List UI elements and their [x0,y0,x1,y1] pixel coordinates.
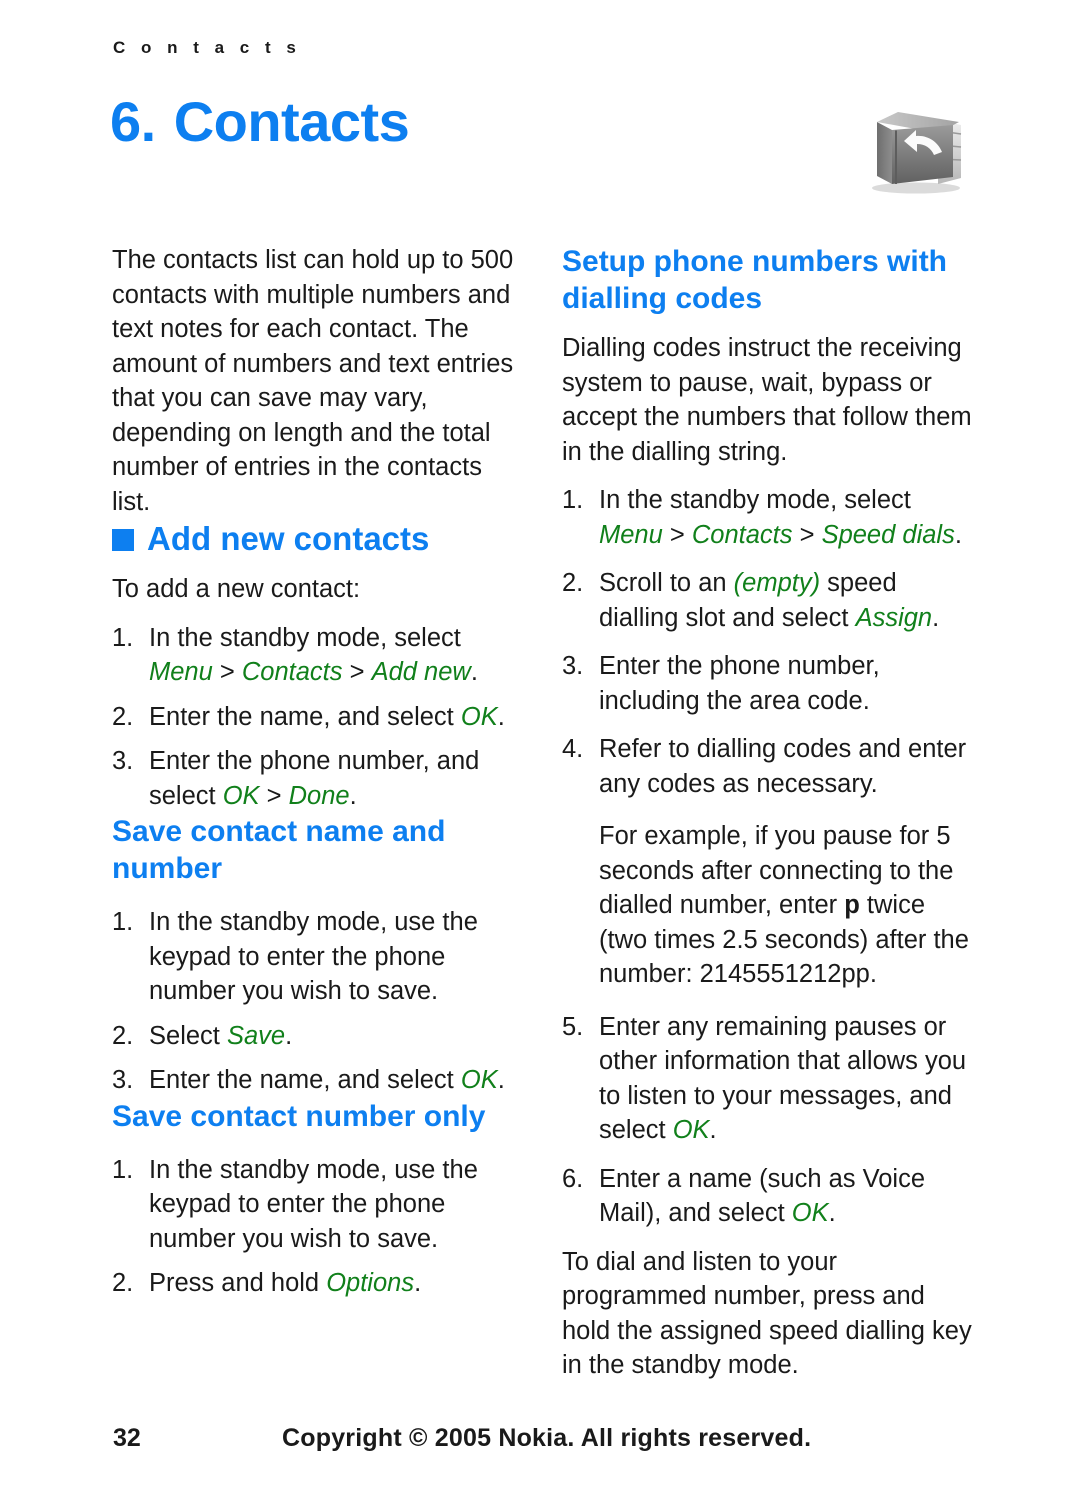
section-lead: To add a new contact: [112,575,361,603]
list-item: 2. Scroll to an (empty) speed dialling s… [562,566,974,635]
menu-term: (empty) [733,569,821,597]
step-marker: 6. [562,1164,584,1193]
step-text: In the standby mode, select Menu > Conta… [599,486,962,549]
list-item: 5. Enter any remaining pauses or other i… [562,1010,974,1148]
step-text: Enter the phone number, and select OK > … [149,747,480,810]
list-item: 1. In the standby mode, select Menu > Co… [562,483,974,552]
page-number: 32 [113,1424,141,1452]
list-item: 3. Enter the phone number, including the… [562,649,974,718]
step-text: In the standby mode, select Menu > Conta… [149,623,478,687]
example-paragraph: For example, if you pause for 5 seconds … [599,822,969,988]
menu-term: Save [226,1021,286,1050]
step-marker: 1. [112,623,134,652]
menu-term: Speed dials [821,520,955,549]
list-item: 2. Enter the name, and select OK. [112,700,522,735]
list-item: 4. Refer to dialling codes and enter any… [562,732,974,801]
step-marker: 1. [112,908,134,936]
dialling-code-p: p [844,891,860,919]
step-marker: 2. [112,702,134,731]
step-text: Scroll to an (empty) speed dialling slot… [599,569,940,632]
step-marker: 1. [562,486,584,514]
list-item: 3. Enter the phone number, and select OK… [112,744,522,813]
menu-term: Done [288,781,350,810]
chapter-title-text: Contacts [173,90,410,153]
intro-paragraph: The contacts list can hold up to 500 con… [112,246,514,516]
menu-term: OK [460,702,498,731]
right-intro-paragraph: Dialling codes instruct the receiving sy… [562,334,972,466]
square-bullet-icon [112,528,134,551]
running-head: C o n t a c t s [113,38,302,57]
step-marker: 2. [112,1269,134,1297]
menu-term: OK [672,1116,710,1144]
menu-term: Contacts [691,520,793,549]
section-heading-label: Add new contacts [147,520,430,557]
menu-term: OK [222,781,260,810]
list-item: 3. Enter the name, and select OK. [112,1063,522,1098]
section-heading-add-new-contacts: Add new contacts [112,519,522,558]
list-item: 2. Select Save. [112,1019,522,1054]
left-column: The contacts list can hold up to 500 con… [112,243,522,1301]
menu-term: OK [791,1199,829,1227]
chapter-number: 6. [110,90,156,153]
menu-term: Menu [149,658,213,686]
page-title: 6. Contacts [110,90,410,153]
menu-term: OK [460,1066,498,1094]
manual-page: C o n t a c t s 6. Contacts The contacts… [0,0,1080,1496]
subheading-save-contact-name-and-number: Save contact name and number [112,815,446,885]
step-text: Enter any remaining pauses or other info… [599,1012,967,1145]
contacts-book-icon [860,100,970,200]
step-text: Select Save. [149,1021,293,1050]
step-marker: 2. [562,569,584,597]
step-text: Enter the name, and select OK. [149,1066,505,1094]
subheading-save-contact-number-only: Save contact number only [112,1099,486,1133]
step-marker: 4. [562,735,584,763]
step-text: Enter a name (such as Voice Mail), and s… [599,1164,926,1228]
step-marker: 3. [112,1066,134,1094]
step-marker: 1. [112,1155,134,1184]
list-item: 2. Press and hold Options. [112,1266,522,1301]
step-text: In the standby mode, use the keypad to e… [149,1155,478,1253]
copyright-notice: Copyright © 2005 Nokia. All rights reser… [282,1424,812,1452]
step-text: Refer to dialling codes and enter any co… [599,735,967,798]
list-item: 1. In the standby mode, use the keypad t… [112,1153,522,1257]
menu-term: Assign [855,603,933,632]
step-marker: 3. [112,747,134,775]
step-marker: 5. [562,1012,584,1041]
closing-paragraph: To dial and listen to your programmed nu… [562,1247,972,1380]
step-marker: 3. [562,652,584,680]
menu-term: Menu [599,520,663,549]
step-marker: 2. [112,1021,134,1050]
step-text: Enter the phone number, including the ar… [599,652,880,715]
menu-term: Add new [371,658,471,686]
step-text: Press and hold Options. [149,1269,422,1297]
menu-term: Options [326,1269,415,1297]
subheading-setup-phone-numbers: Setup phone numbers with dialling codes [562,245,948,315]
step-text: Enter the name, and select OK. [149,702,505,731]
list-item: 1. In the standby mode, use the keypad t… [112,905,522,1009]
right-column: Setup phone numbers with dialling codes … [562,243,974,1383]
list-item: 1. In the standby mode, select Menu > Co… [112,621,522,690]
menu-term: Contacts [241,658,343,686]
list-item: 6. Enter a name (such as Voice Mail), an… [562,1162,974,1231]
page-footer: 32 Copyright © 2005 Nokia. All rights re… [0,1424,1080,1464]
step-text: In the standby mode, use the keypad to e… [149,908,478,1005]
